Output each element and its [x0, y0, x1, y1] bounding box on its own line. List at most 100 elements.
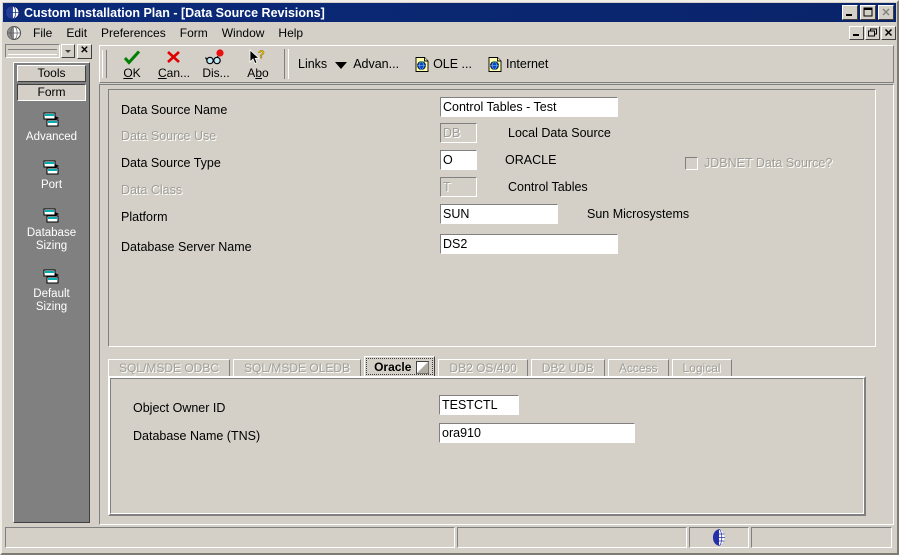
side-text-platform: Sun Microsystems: [587, 207, 690, 221]
tab-logical[interactable]: Logical: [671, 359, 732, 377]
jdbnet-checkbox-row[interactable]: JDBNET Data Source?: [685, 156, 832, 170]
document-globe-icon[interactable]: [6, 25, 22, 41]
toolbar-link-ole[interactable]: OLE ...: [415, 56, 472, 72]
menu-item-window[interactable]: Window: [215, 25, 272, 41]
tab-oracle[interactable]: Oracle: [364, 356, 436, 377]
menu-item-edit[interactable]: Edit: [59, 25, 94, 41]
data-source-group: Data Source Name Control Tables - Test D…: [108, 89, 876, 347]
field-row-data-source-type: Data Source Type: [121, 152, 221, 174]
toolbar-ok-label: OK: [123, 67, 140, 80]
exit-bar-close-button[interactable]: ✕: [77, 43, 92, 59]
field-row-data-source-name: Data Source Name: [121, 99, 227, 121]
side-text-data-source-use: Local Data Source: [508, 126, 611, 140]
menu-item-preferences[interactable]: Preferences: [94, 25, 173, 41]
toolbar-display-button[interactable]: Dis...: [195, 47, 237, 81]
exit-bar-items: Advanced Port Database Sizing Default Si…: [14, 111, 89, 314]
toolbar-about-button[interactable]: ? Abo: [237, 47, 279, 81]
exit-bar-combo-arrow[interactable]: [61, 44, 75, 58]
help-pointer-icon: ?: [247, 49, 269, 66]
title-bar: Custom Installation Plan - [Data Source …: [3, 3, 896, 22]
mdi-close-button[interactable]: [881, 25, 896, 40]
globe-status-icon: [712, 529, 726, 546]
status-bar: [5, 527, 894, 548]
status-cell-secondary: [457, 527, 687, 548]
mdi-restore-button[interactable]: [865, 25, 880, 40]
toolbar-about-label: Abo: [247, 66, 269, 80]
combo-line: [8, 49, 57, 55]
input-database-name-tns[interactable]: ora910: [439, 423, 635, 443]
form-exit-icon: [41, 159, 63, 177]
status-cell-spare: [751, 527, 892, 548]
input-data-source-use: DB: [440, 123, 477, 143]
maximize-glyph: [861, 6, 875, 19]
input-data-source-type[interactable]: O: [440, 150, 477, 170]
menu-item-form[interactable]: Form: [173, 25, 215, 41]
status-cell-connection: [689, 527, 749, 548]
window-minimize-button[interactable]: [842, 5, 858, 20]
toolbar-link-advanced-label: Advan...: [353, 57, 400, 71]
database-tab-strip: SQL/MSDE ODBC SQL/MSDE OLEDB Oracle DB2 …: [108, 356, 876, 377]
form-exit-icon: [41, 268, 63, 286]
exit-bar-combo[interactable]: [5, 44, 60, 58]
side-text-data-source-type: ORACLE: [505, 153, 557, 167]
toolbar-link-advanced[interactable]: Advan...: [353, 57, 399, 71]
field-row-object-owner-id: Object Owner ID: [133, 397, 225, 419]
label-data-source-type: Data Source Type: [121, 156, 221, 170]
exit-bar-tab-tools[interactable]: Tools: [17, 65, 86, 82]
toolbar-link-internet[interactable]: Internet: [488, 56, 549, 72]
exit-bar-item-label: Advanced: [25, 131, 78, 143]
oracle-tab-panel: Object Owner ID TESTCTL Database Name (T…: [108, 376, 866, 516]
exit-bar-item-port[interactable]: Port: [14, 159, 89, 192]
toolbar-display-label: Dis...: [202, 66, 230, 80]
app-globe-icon: [5, 5, 20, 20]
window-title: Custom Installation Plan - [Data Source …: [24, 5, 325, 20]
oracle-tab-panel-inner: Object Owner ID TESTCTL Database Name (T…: [110, 378, 864, 514]
accel-char: b: [255, 66, 262, 80]
label-object-owner-id: Object Owner ID: [133, 401, 226, 415]
application-window: Custom Installation Plan - [Data Source …: [0, 0, 899, 555]
exit-bar-body: Tools Form Advanced Port Database Sizing…: [13, 62, 90, 523]
jdbnet-checkbox[interactable]: [685, 156, 698, 170]
field-row-database-server-name: Database Server Name: [121, 236, 252, 258]
exit-bar-panel: ✕ Tools Form Advanced Port Database Sizi…: [5, 42, 94, 525]
chevron-down-icon[interactable]: [335, 61, 348, 69]
toolbar-ok-button[interactable]: OK: [111, 47, 153, 81]
label-data-source-use: Data Source Use: [121, 129, 217, 143]
tab-sql-msde-odbc[interactable]: SQL/MSDE ODBC: [108, 359, 231, 377]
input-data-source-name[interactable]: Control Tables - Test: [440, 97, 618, 117]
toolbar-cancel-button[interactable]: Can...: [153, 47, 195, 81]
tab-sql-msde-oledb[interactable]: SQL/MSDE OLEDB: [233, 359, 362, 377]
input-object-owner-id[interactable]: TESTCTL: [439, 395, 519, 415]
exit-bar-tab-form[interactable]: Form: [17, 84, 86, 101]
glasses-balloon-icon: [205, 49, 227, 66]
input-database-server-name[interactable]: DS2: [440, 234, 618, 254]
window-close-button[interactable]: [878, 5, 894, 20]
field-row-data-class: Data Class: [121, 179, 182, 201]
label-database-name-tns: Database Name (TNS): [133, 429, 261, 443]
menu-item-help[interactable]: Help: [271, 25, 310, 41]
window-maximize-button[interactable]: [860, 5, 876, 20]
svg-text:?: ?: [258, 49, 265, 61]
toolbar-cancel-label: Can...: [158, 67, 190, 80]
input-platform[interactable]: SUN: [440, 204, 558, 224]
toolbar-grip[interactable]: [102, 50, 107, 78]
form-exit-icon: [41, 111, 63, 129]
label-platform: Platform: [121, 210, 168, 224]
toolbar-links-label: Links: [298, 57, 328, 71]
mdi-minimize-button[interactable]: [849, 25, 864, 40]
status-cell-message: [5, 527, 455, 548]
side-text-data-class: Control Tables: [508, 180, 588, 194]
tab-db2-udb[interactable]: DB2 UDB: [530, 359, 605, 377]
ole-page-icon: [415, 56, 429, 72]
label-database-server-name: Database Server Name: [121, 240, 252, 254]
toolbar-link-internet-label: Internet: [505, 57, 549, 71]
toolbar: OK Can... Dis... ? Abo Links Advan... OL…: [99, 45, 894, 83]
tab-access[interactable]: Access: [607, 359, 669, 377]
exit-bar-item-default-sizing[interactable]: Default Sizing: [14, 268, 89, 314]
input-data-class: T: [440, 177, 477, 197]
rest-char: an...: [166, 66, 191, 80]
exit-bar-item-advanced[interactable]: Advanced: [14, 111, 89, 144]
exit-bar-item-database-sizing[interactable]: Database Sizing: [14, 207, 89, 253]
menu-item-file[interactable]: File: [26, 25, 59, 41]
tab-db2-os400[interactable]: DB2 OS/400: [438, 359, 528, 377]
